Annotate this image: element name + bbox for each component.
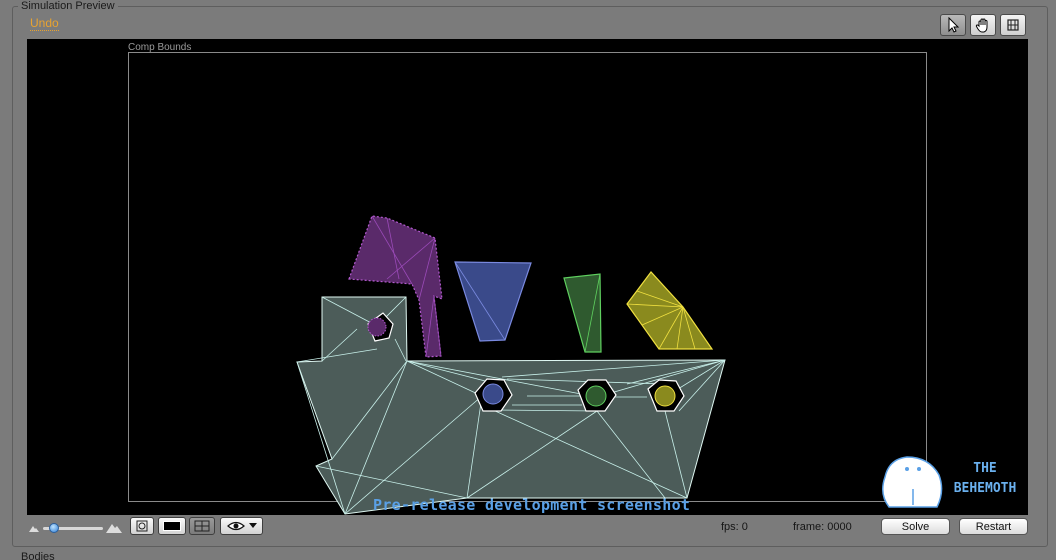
green-body [563,273,602,353]
zoom-slider-thumb[interactable] [49,523,59,533]
preview-controls: fps: 0 frame: 0000 Solve Restart [27,516,1028,542]
grid-tool-icon [1007,19,1019,31]
fps-readout: fps: 0 [721,521,748,533]
frame-readout: frame: 0000 [793,521,852,533]
bounds-icon [194,520,210,532]
bounds-toggle-button[interactable] [189,517,215,535]
zoom-slider[interactable] [27,520,123,534]
undo-link[interactable]: Undo [30,16,59,31]
panel-title: Simulation Preview [18,0,118,12]
behemoth-logo-text: THE BEHEMOTH [945,459,1025,499]
background-swatch-icon [163,521,181,531]
zoom-out-icon [29,526,39,532]
physics-scene [296,215,943,515]
restart-button[interactable]: Restart [959,518,1028,535]
fit-view-icon [136,520,148,532]
arrow-tool-button[interactable] [940,14,966,36]
logo-line-1: THE [973,461,997,476]
logo-line-2: BEHEMOTH [953,481,1017,496]
prerelease-watermark: Pre-release development screenshot [373,496,691,514]
background-color-button[interactable] [158,517,186,535]
tool-selector [940,14,1026,36]
chevron-down-icon [248,523,257,528]
blue-body [454,261,532,342]
yellow-body [626,271,714,350]
simulation-canvas[interactable]: Comp Bounds THE BEHEMOTH Pre-release dev… [27,39,1028,515]
bodies-section-title: Bodies [21,551,55,560]
fit-view-button[interactable] [130,517,154,535]
simulation-preview-panel: Simulation Preview Undo Comp Bounds THE … [0,0,1056,560]
visibility-menu-button[interactable] [220,517,263,535]
zoom-in-icon [106,524,122,533]
hand-tool-icon [975,18,988,33]
behemoth-mascot [882,456,943,508]
grid-tool-button[interactable] [1000,14,1026,36]
hand-tool-button[interactable] [970,14,996,36]
arrow-tool-icon [948,17,960,33]
solve-button[interactable]: Solve [881,518,950,535]
eye-icon [226,521,245,531]
